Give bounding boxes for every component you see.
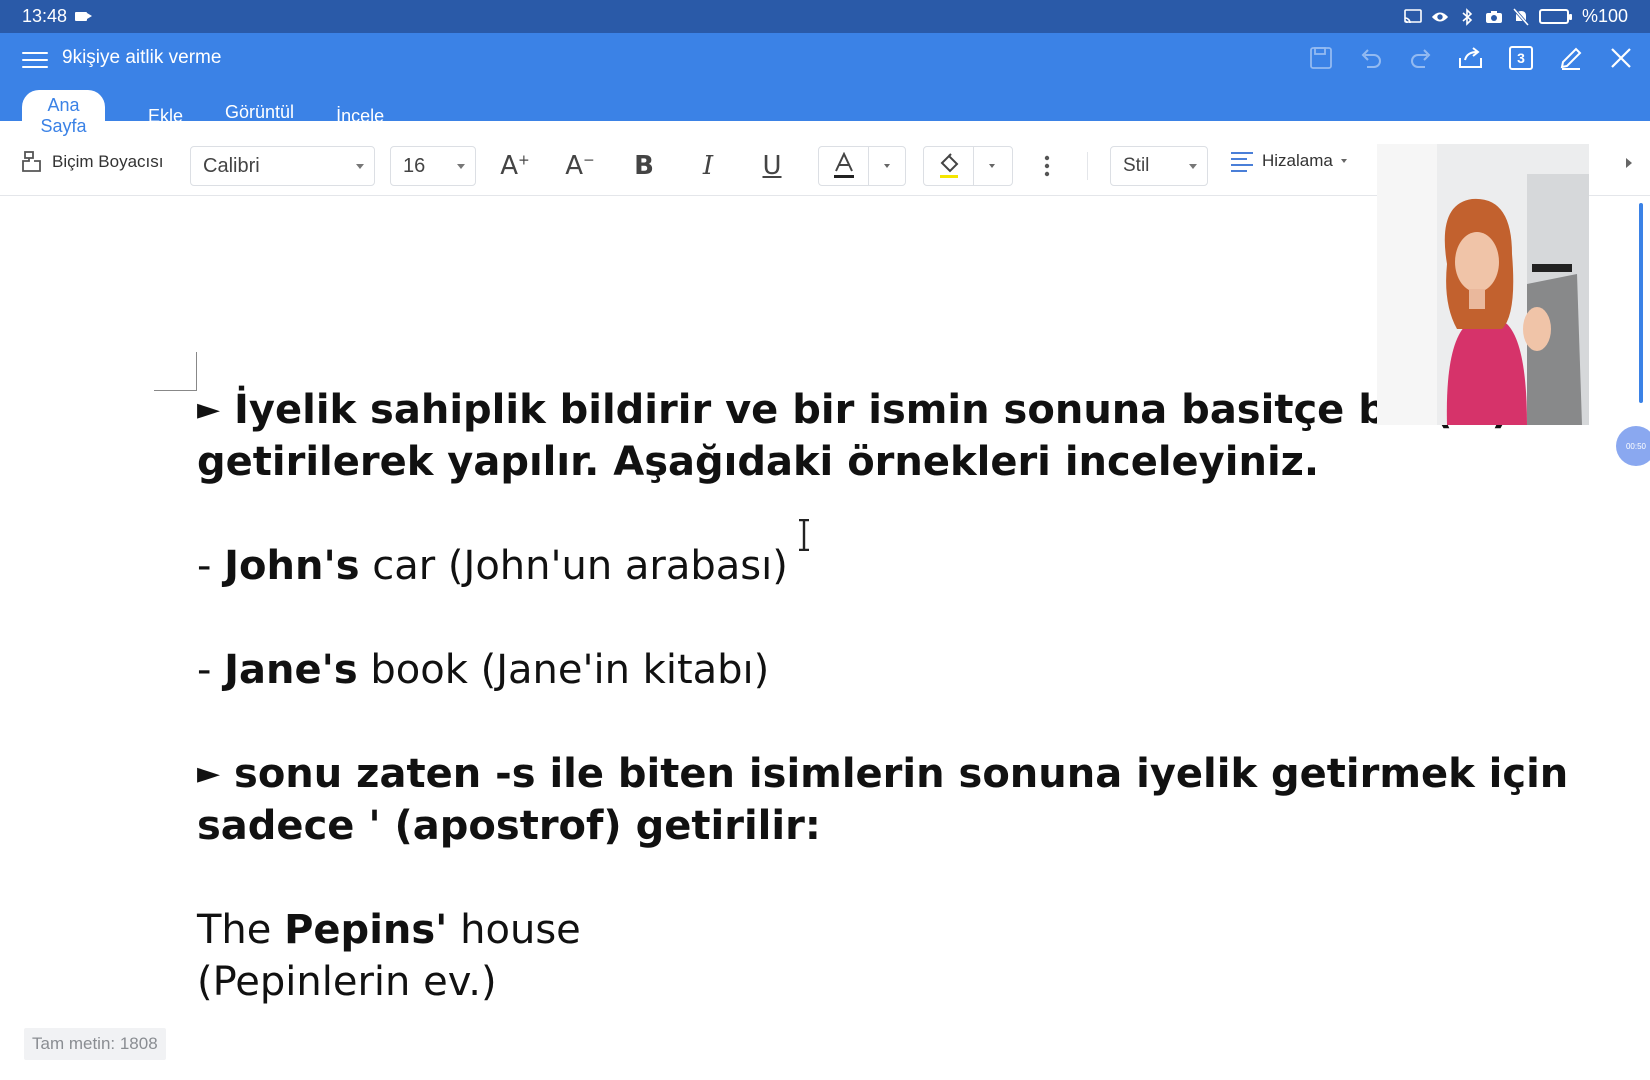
font-color-control[interactable]: [818, 146, 906, 186]
redo-icon: [1411, 49, 1431, 68]
page-margin-mark: [154, 352, 197, 391]
font-increase-icon: A+: [500, 151, 530, 181]
bluetooth-icon: [1458, 7, 1476, 26]
save-icon: [1310, 47, 1332, 69]
title-bar: 9kişiye aitlik verme 3 Ana Sayfa Ekle Gö…: [0, 33, 1650, 142]
chevron-down-icon: [989, 164, 995, 168]
edit-button[interactable]: [1554, 41, 1588, 75]
align-left-icon: [1231, 152, 1253, 172]
chevron-down-icon: [356, 164, 364, 169]
share-icon: [1459, 47, 1482, 68]
undo-icon: [1361, 49, 1381, 68]
tab-home[interactable]: Ana Sayfa: [22, 90, 105, 142]
font-size-select[interactable]: 16: [390, 146, 476, 186]
paragraph-1-text: İyelik sahiplik bildirir ve bir ismin so…: [234, 387, 1510, 433]
paragraph-2-line-2: sadece ' (apostrof) getirilir:: [197, 803, 821, 849]
tab-review[interactable]: İncele: [336, 102, 384, 131]
status-icons: %100: [1404, 6, 1628, 27]
tab-insert[interactable]: Ekle: [148, 102, 183, 131]
paint-roller-icon: [22, 151, 41, 172]
decrease-font-button[interactable]: A−: [560, 146, 600, 186]
bold-icon: B: [634, 151, 654, 181]
example-2: - Jane's book (Jane'in kitabı): [197, 647, 770, 693]
vertical-scrollbar[interactable]: [1639, 203, 1643, 403]
presenter-video-image: [1377, 144, 1589, 425]
redo-button[interactable]: [1404, 41, 1438, 75]
chevron-down-icon: [1340, 159, 1347, 163]
underline-button[interactable]: U: [752, 146, 792, 186]
format-painter-button[interactable]: Biçim Boyacısı: [20, 150, 163, 174]
style-select[interactable]: Stil: [1110, 146, 1208, 186]
font-family-value: Calibri: [203, 154, 260, 177]
close-button[interactable]: [1604, 41, 1638, 75]
save-button[interactable]: [1304, 41, 1338, 75]
page-count: 3: [1509, 46, 1533, 70]
toolbar-divider: [1087, 152, 1088, 180]
italic-button[interactable]: I: [688, 146, 728, 186]
eye-icon: [1431, 8, 1449, 26]
clock: 13:48: [22, 6, 68, 26]
example-3: The Pepins' house: [197, 907, 581, 953]
paragraph-1-line-1: ► İyelik sahiplik bildirir ve bir ismin …: [197, 384, 1510, 436]
example-1: - John's car (John'un arabası): [197, 543, 788, 589]
hamburger-icon: [22, 52, 48, 54]
chevron-down-icon: [1189, 164, 1197, 169]
text-cursor-icon: [799, 519, 809, 551]
align-label: Hizalama: [1262, 151, 1333, 170]
toolbar-expand-icon[interactable]: [1626, 158, 1632, 168]
increase-font-button[interactable]: A+: [495, 146, 535, 186]
video-overlay[interactable]: [1377, 144, 1589, 425]
bold-button[interactable]: B: [624, 146, 664, 186]
format-painter-label: Biçim Boyacısı: [52, 152, 164, 171]
font-family-select[interactable]: Calibri: [190, 146, 375, 186]
font-color-dropdown[interactable]: [869, 147, 905, 185]
cast-icon: [1404, 8, 1422, 26]
highlighter-icon: [939, 153, 958, 178]
status-bar: 13:48 %100: [0, 0, 1650, 33]
battery-icon: [1538, 9, 1572, 24]
more-options-button[interactable]: [1027, 146, 1067, 186]
document-title[interactable]: 9kişiye aitlik verme: [62, 47, 221, 69]
font-color-button[interactable]: [819, 147, 869, 185]
pencil-icon: [1560, 47, 1582, 70]
font-size-value: 16: [403, 154, 426, 177]
close-icon: [1611, 48, 1631, 68]
undo-button[interactable]: [1354, 41, 1388, 75]
paragraph-2-text: sonu zaten -s ile biten isimlerin sonuna…: [234, 751, 1569, 797]
more-vertical-icon: [1044, 155, 1050, 177]
underline-icon: U: [762, 151, 782, 181]
share-button[interactable]: [1454, 41, 1488, 75]
recording-timer[interactable]: 00:50: [1616, 426, 1650, 466]
highlight-control[interactable]: [923, 146, 1013, 186]
example-1-possessive: John's: [224, 543, 360, 589]
chevron-down-icon: [457, 164, 465, 169]
word-count-label: Tam metin: 1808: [24, 1028, 166, 1060]
highlight-dropdown[interactable]: [974, 147, 1010, 185]
style-value: Stil: [1123, 155, 1150, 176]
screen-record-icon: [75, 12, 93, 21]
example-3-translation: (Pepinlerin ev.): [197, 959, 497, 1005]
align-button[interactable]: Hizalama: [1230, 150, 1347, 172]
highlight-button[interactable]: [924, 147, 974, 185]
example-2-possessive: Jane's: [224, 647, 358, 693]
bullet-icon: ►: [197, 392, 221, 427]
camera-icon: [1485, 8, 1503, 26]
bullet-icon: ►: [197, 756, 221, 791]
title-actions: 3: [1304, 41, 1638, 75]
app-window: 13:48 %100 9kişiye aitlik verme 3 Ana Sa…: [0, 0, 1650, 1080]
ribbon-tabs: Ana Sayfa Ekle Görüntül İncele: [22, 90, 426, 142]
example-3-possessive: Pepins': [284, 907, 448, 953]
menu-button[interactable]: [22, 47, 48, 71]
document-body[interactable]: ► İyelik sahiplik bildirir ve bir ismin …: [197, 384, 1568, 1008]
tab-view[interactable]: Görüntül: [225, 98, 294, 127]
paragraph-2-line-1: ► sonu zaten -s ile biten isimlerin sonu…: [197, 748, 1568, 800]
battery-level: %100: [1581, 6, 1628, 26]
chevron-down-icon: [884, 164, 890, 168]
page-count-button[interactable]: 3: [1504, 41, 1538, 75]
mute-bell-icon: [1512, 7, 1530, 26]
paragraph-1-line-2: getirilerek yapılır. Aşağıdaki örnekleri…: [197, 439, 1320, 485]
font-color-icon: [833, 152, 854, 178]
italic-icon: I: [702, 151, 714, 181]
font-decrease-icon: A−: [565, 151, 595, 181]
